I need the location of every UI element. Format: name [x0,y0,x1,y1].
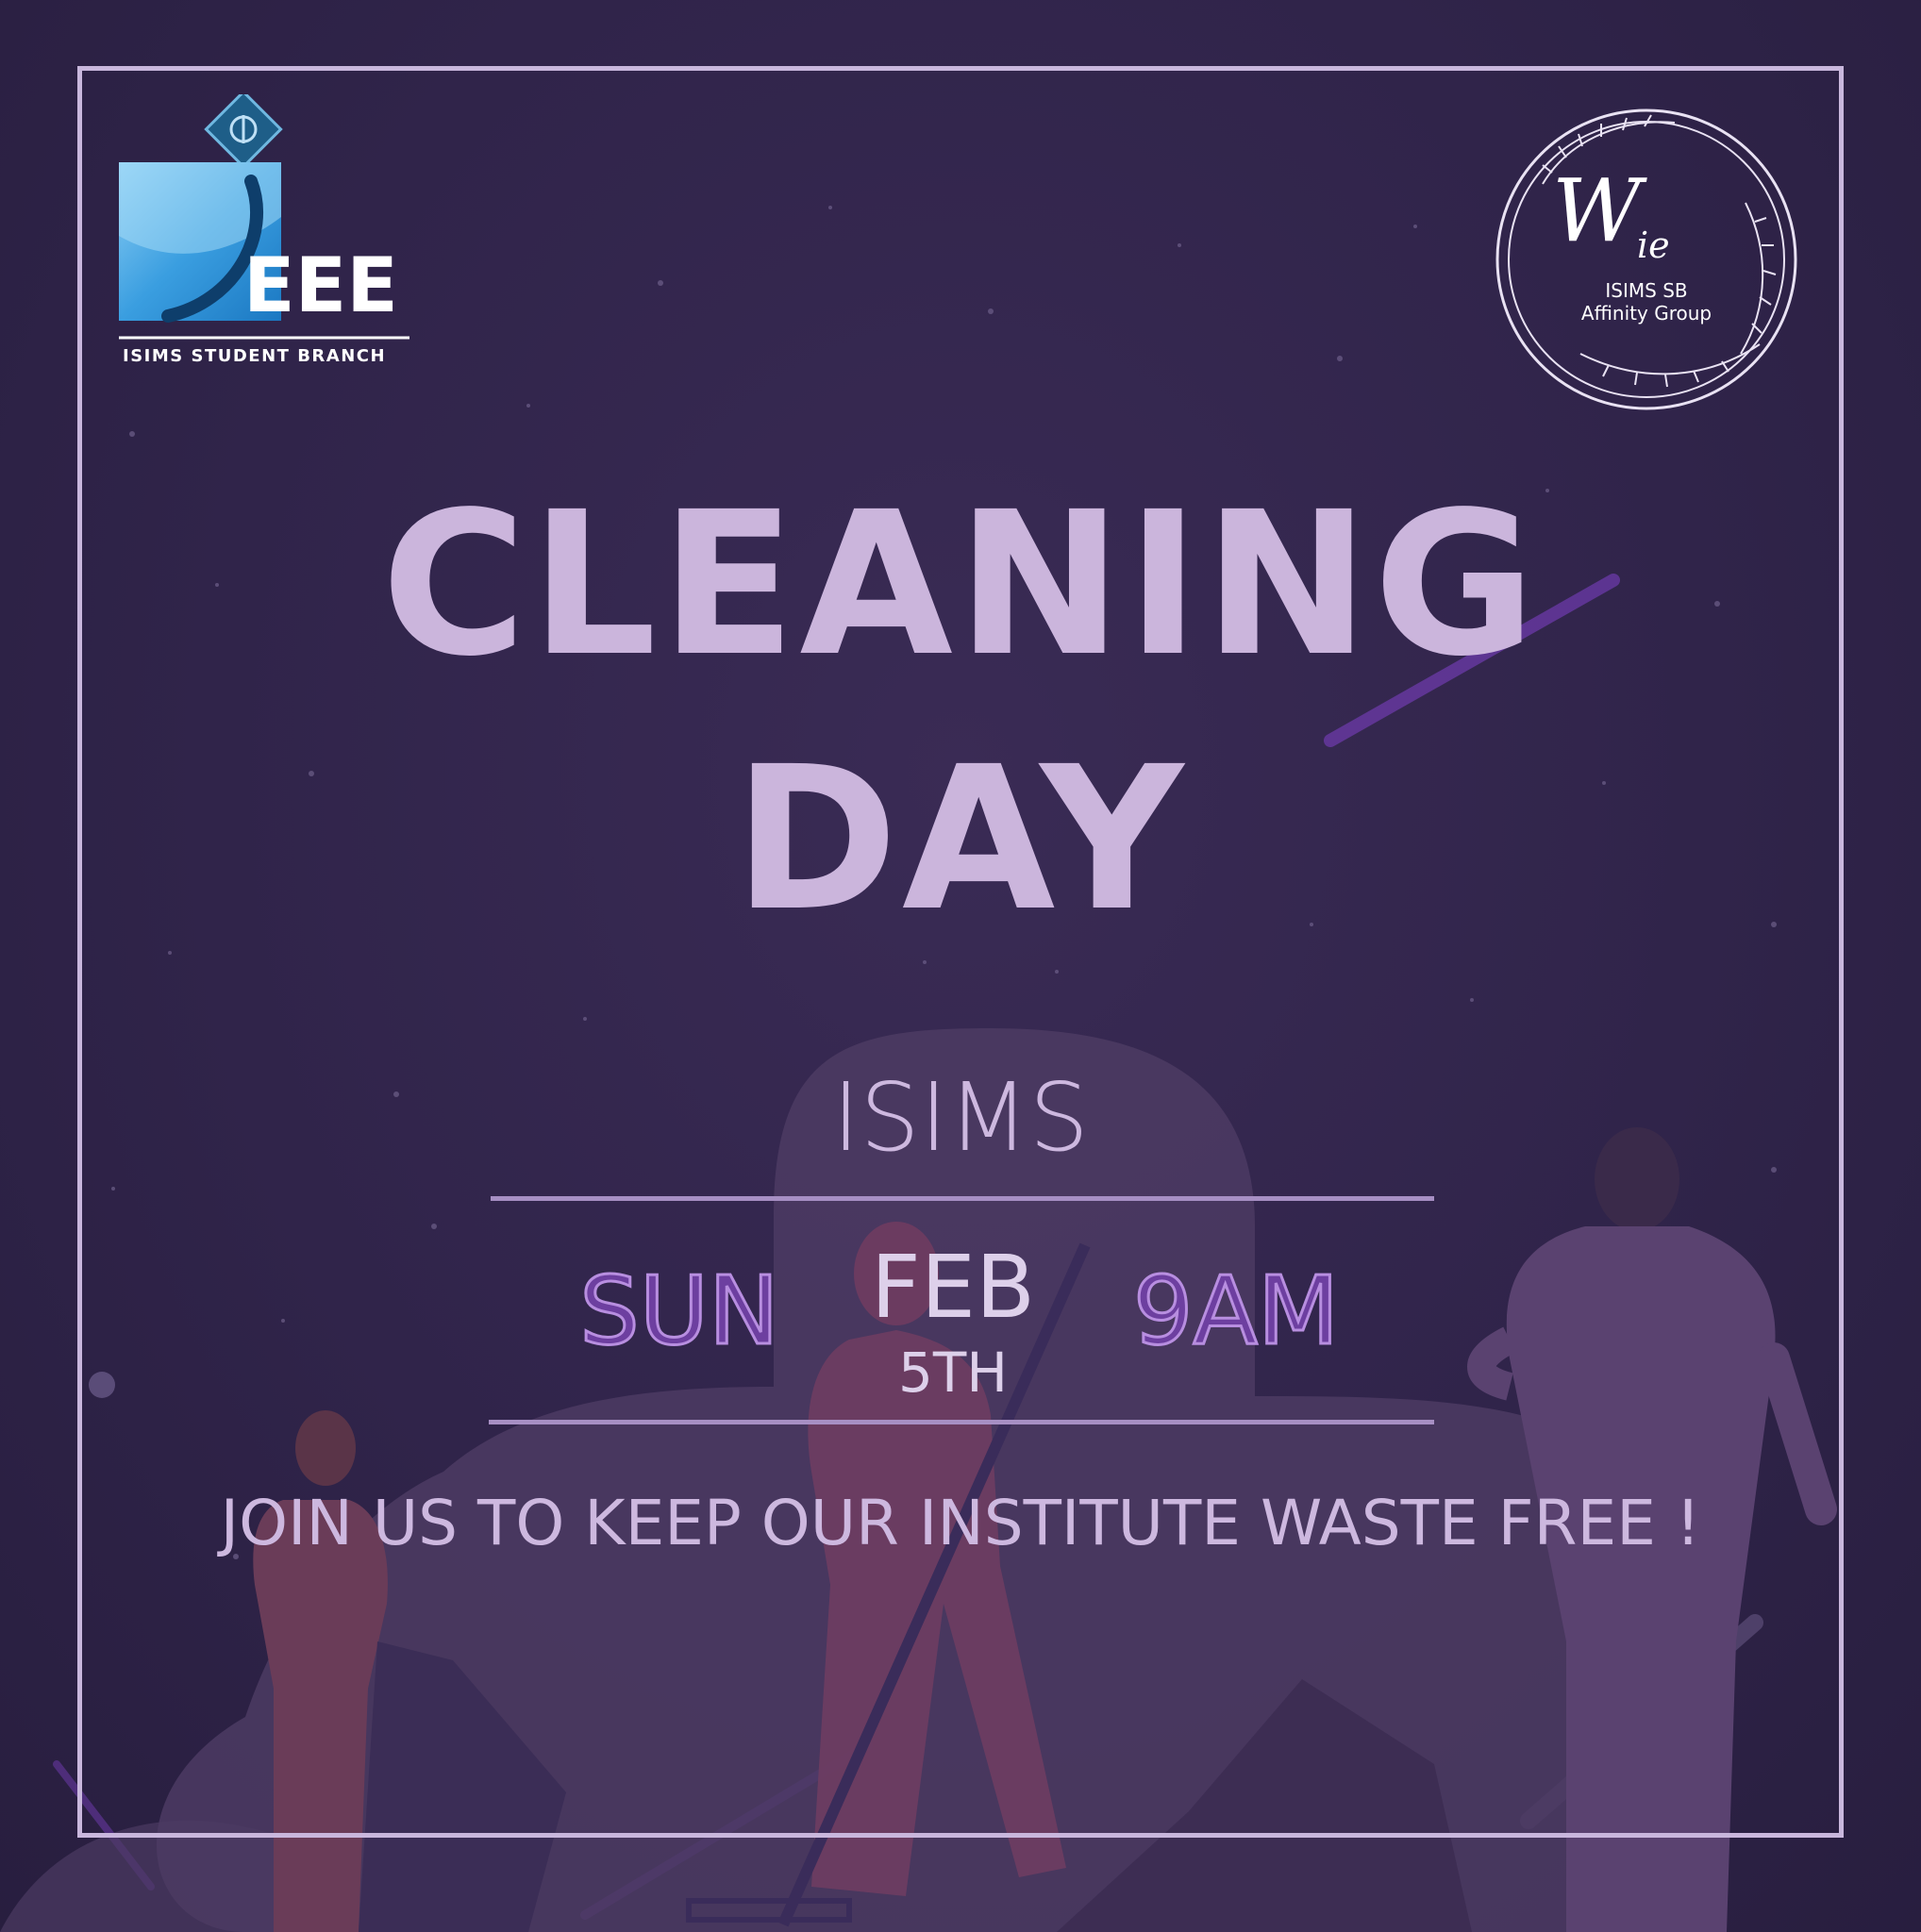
title-line-2: DAY [733,724,1188,955]
tagline: JOIN US TO KEEP OUR INSTITUTE WASTE FREE… [220,1487,1701,1559]
event-venue: ISIMS [831,1062,1090,1173]
svg-text:EEE: EEE [243,242,398,329]
title-line-1: CLEANING [381,469,1540,700]
wie-logo-icon: W ie ISIMS SB Affinity Group [1495,108,1797,410]
divider-bottom [489,1420,1434,1424]
poster: EEE ISIMS STUDENT BRANCH W ie ISIMS SB A… [0,0,1921,1932]
event-day: SUN [578,1255,780,1368]
ieee-logo-icon: EEE ISIMS STUDENT BRANCH [119,94,409,366]
wie-line2: Affinity Group [1581,302,1712,325]
event-date: 5TH [898,1341,1008,1405]
svg-text:ie: ie [1637,225,1670,266]
event-month: FEB [870,1237,1036,1338]
wie-line1: ISIMS SB [1605,279,1687,302]
wie-logo-text: W [1552,160,1647,261]
event-time: 9AM [1131,1255,1340,1368]
ieee-branch-label: ISIMS STUDENT BRANCH [123,346,386,366]
divider-top [491,1196,1434,1201]
